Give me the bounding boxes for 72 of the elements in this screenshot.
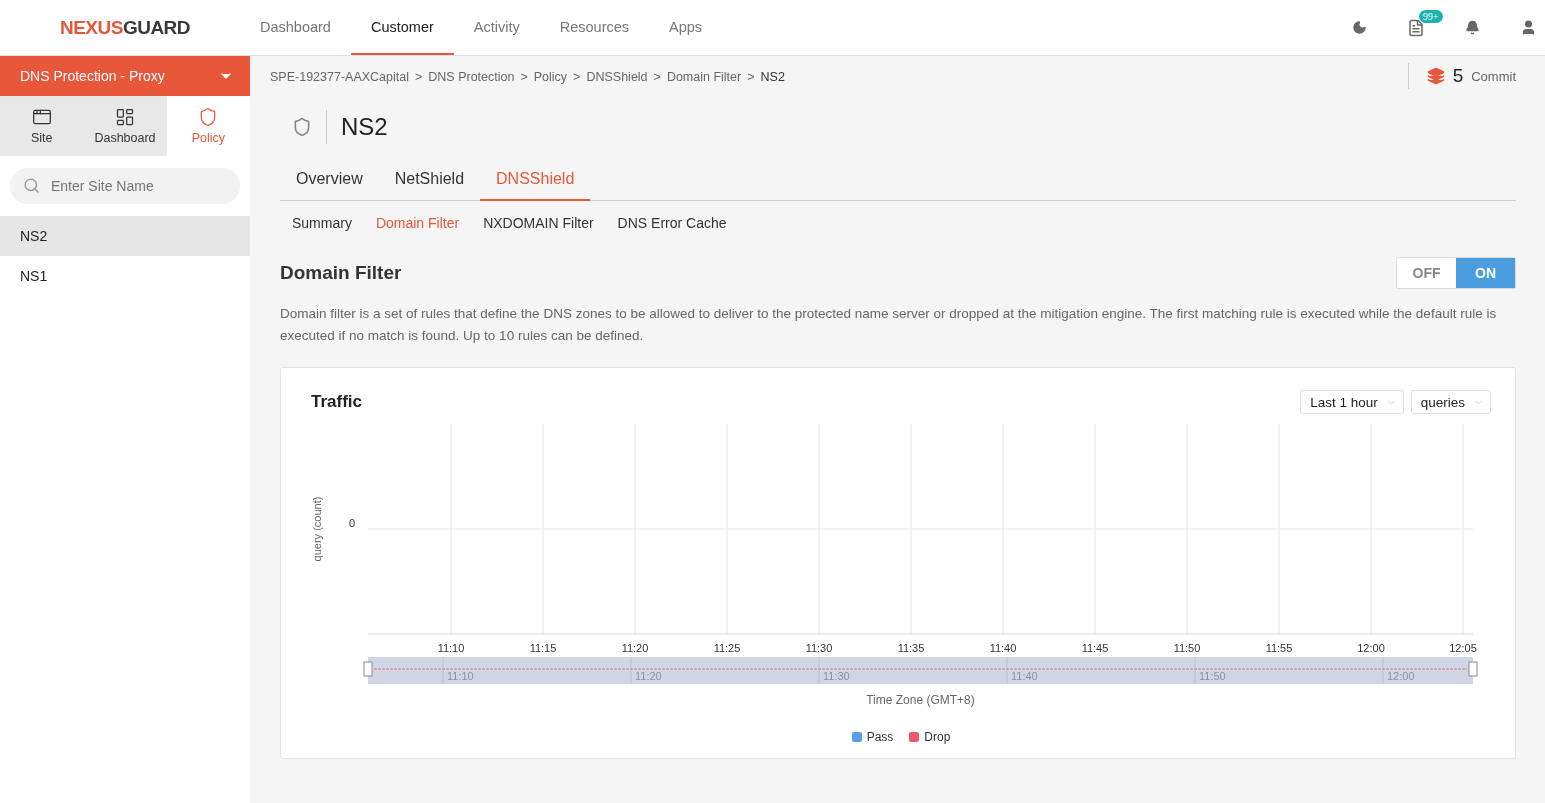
breadcrumb-link[interactable]: Policy — [533, 70, 568, 84]
legend-label[interactable]: Drop — [924, 730, 951, 744]
breadcrumb-link[interactable]: DNSShield — [586, 70, 648, 84]
x-tick: 11:45 — [1081, 642, 1109, 654]
slider-tick: 11:50 — [1199, 670, 1226, 682]
tab[interactable]: Overview — [280, 160, 379, 201]
y-axis-label: query (count) — [311, 496, 323, 562]
breadcrumb-separator: > — [520, 70, 528, 84]
slider-handle[interactable] — [1468, 661, 1478, 677]
breadcrumb-separator: > — [747, 70, 755, 84]
layers-icon[interactable] — [1426, 67, 1445, 85]
x-tick: 11:35 — [897, 642, 925, 654]
subtab[interactable]: NXDOMAIN Filter — [483, 215, 594, 231]
slider-tick: 11:10 — [447, 670, 474, 682]
section-title: Domain Filter — [280, 262, 402, 284]
slider-handle[interactable] — [363, 661, 373, 677]
breadcrumb-link[interactable]: Domain Filter — [666, 70, 742, 84]
breadcrumb-link[interactable]: DNS Protection — [428, 70, 515, 84]
page-title: NS2 — [341, 113, 388, 141]
nav-tab[interactable]: Apps — [649, 0, 723, 55]
breadcrumb-separator: > — [653, 70, 661, 84]
breadcrumb-separator: > — [573, 70, 581, 84]
breadcrumb-link[interactable]: SPE-192377-AAXCapital — [270, 70, 409, 84]
x-tick: 11:25 — [713, 642, 741, 654]
slider-tick: 11:20 — [635, 670, 662, 682]
commit-label[interactable]: Commit — [1471, 68, 1516, 84]
mode-tab[interactable]: Site — [0, 96, 84, 156]
toggle-option[interactable]: OFF — [1397, 258, 1456, 288]
search-icon — [23, 177, 40, 194]
range-select[interactable]: Last 1 hour — [1300, 390, 1404, 414]
search-field[interactable]: Enter Site Name — [10, 168, 240, 204]
slider-tick: 11:40 — [1011, 670, 1038, 682]
subtab[interactable]: Summary — [292, 215, 352, 231]
slider-tick: 11:30 — [823, 670, 850, 682]
x-tick: 11:10 — [437, 642, 465, 654]
tab[interactable]: NetShield — [378, 160, 481, 201]
subtab[interactable]: DNS Error Cache — [617, 215, 727, 231]
report-icon[interactable] — [1407, 18, 1425, 37]
breadcrumb-link[interactable]: NS2 — [760, 70, 785, 84]
notification-badge: 99+ — [1419, 9, 1443, 23]
bell-icon[interactable] — [1465, 20, 1480, 35]
moon-icon[interactable] — [1352, 20, 1367, 35]
metric-select[interactable]: queries — [1410, 390, 1491, 414]
x-tick: 12:00 — [1357, 642, 1385, 654]
breadcrumb-separator: > — [415, 70, 423, 84]
description: Domain filter is a set of rules that define the DNS zones to be allowed to deliver to the protected name server or dropped at the mitigation engine. The first matching rule is executed while the default rule is executed if no match is found. Up to 10 rules can be defined. — [280, 305, 1498, 345]
legend-label[interactable]: Pass — [866, 730, 894, 744]
slider-tick: 12:00 — [1387, 670, 1415, 682]
product-dropdown[interactable]: DNS Protection - Proxy — [0, 56, 250, 96]
nav-tab[interactable]: Resources — [539, 0, 650, 55]
x-tick: 11:15 — [529, 642, 557, 654]
user-icon[interactable] — [1520, 19, 1537, 36]
nav-tab[interactable]: Customer — [350, 0, 454, 55]
x-tick: 11:55 — [1265, 642, 1293, 654]
y-tick: 0 — [349, 517, 356, 529]
nav-tab[interactable]: Activity — [453, 0, 540, 55]
nav-tab[interactable]: Dashboard — [250, 0, 351, 55]
shield-icon — [292, 117, 312, 137]
x-tick: 11:30 — [805, 642, 833, 654]
dashboard-icon — [115, 107, 135, 127]
site-item[interactable]: NS1 — [0, 256, 250, 296]
site-icon — [31, 107, 52, 127]
x-tick: 11:40 — [989, 642, 1017, 654]
x-tick: 11:20 — [621, 642, 649, 654]
mode-tab[interactable]: Dashboard — [83, 96, 167, 156]
card-title: Traffic — [311, 392, 363, 412]
x-tick: 12:05 — [1449, 642, 1477, 654]
site-item[interactable]: NS2 — [0, 216, 250, 256]
logo[interactable]: NEXUSGUARD — [0, 0, 250, 55]
x-axis-label: Time Zone (GMT+8) — [866, 693, 975, 707]
commit-count: 5 — [1452, 65, 1464, 87]
x-tick: 11:50 — [1173, 642, 1201, 654]
